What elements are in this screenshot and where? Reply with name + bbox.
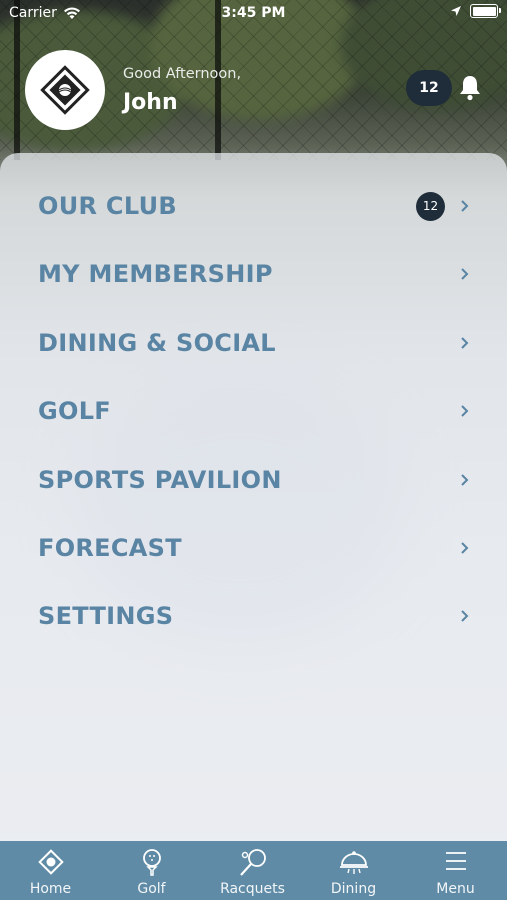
- tab-home[interactable]: Home: [0, 841, 101, 900]
- tab-label: Dining: [330, 881, 377, 897]
- menu-item-label: DINING & SOCIAL: [38, 329, 276, 357]
- tab-menu[interactable]: Menu: [404, 841, 507, 900]
- menu-item-label: GOLF: [38, 397, 111, 425]
- bell-icon[interactable]: [458, 74, 482, 102]
- tab-racquets[interactable]: Racquets: [202, 841, 303, 900]
- menu-item-sports-pavilion[interactable]: SPORTS PAVILION: [0, 450, 507, 510]
- cloche-icon: [339, 851, 368, 874]
- menu-item-settings[interactable]: SETTINGS: [0, 586, 507, 646]
- main-menu-panel: OUR CLUB 12 MY MEMBERSHIP DINING & SOCIA…: [0, 153, 507, 843]
- chevron-right-icon: [461, 337, 469, 349]
- menu-item-our-club[interactable]: OUR CLUB 12: [0, 176, 507, 236]
- location-arrow-icon: [451, 6, 461, 16]
- chevron-right-icon: [461, 200, 469, 212]
- golf-ball-tee-icon: [142, 849, 161, 876]
- chevron-right-icon: [461, 474, 469, 486]
- status-time: 3:45 PM: [221, 5, 286, 21]
- club-logo-icon: [40, 65, 90, 115]
- greeting-text: Good Afternoon,: [123, 66, 242, 82]
- menu-item-label: SETTINGS: [38, 602, 174, 630]
- menu-item-forecast[interactable]: FORECAST: [0, 518, 507, 578]
- tab-label: Racquets: [220, 881, 285, 897]
- menu-item-my-membership[interactable]: MY MEMBERSHIP: [0, 244, 507, 304]
- tab-dining[interactable]: Dining: [303, 841, 404, 900]
- menu-item-label: OUR CLUB: [38, 192, 177, 220]
- tab-label: Menu: [436, 881, 475, 897]
- notification-count-badge[interactable]: 12: [406, 70, 452, 106]
- chevron-right-icon: [461, 405, 469, 417]
- menu-item-badge: 12: [416, 191, 445, 221]
- menu-item-dining-social[interactable]: DINING & SOCIAL: [0, 313, 507, 373]
- chevron-right-icon: [461, 610, 469, 622]
- user-name: John: [123, 90, 178, 115]
- tab-golf[interactable]: Golf: [101, 841, 202, 900]
- status-bar: Carrier 3:45 PM: [0, 0, 507, 28]
- bottom-tab-bar: Home Golf Racquets Dining Menu: [0, 841, 507, 900]
- menu-item-label: SPORTS PAVILION: [38, 466, 282, 494]
- racquet-icon: [239, 849, 266, 876]
- tab-label: Golf: [137, 881, 166, 897]
- chevron-right-icon: [461, 268, 469, 280]
- menu-item-label: MY MEMBERSHIP: [38, 260, 273, 288]
- menu-item-label: FORECAST: [38, 534, 182, 562]
- tab-label: Home: [29, 881, 72, 897]
- header: Good Afternoon, John 12: [0, 48, 507, 132]
- menu-item-golf[interactable]: GOLF: [0, 381, 507, 441]
- hamburger-menu-icon: [445, 852, 466, 870]
- chevron-right-icon: [461, 542, 469, 554]
- home-diamond-icon: [37, 849, 64, 875]
- battery-icon: [470, 4, 501, 18]
- club-logo[interactable]: [25, 50, 105, 130]
